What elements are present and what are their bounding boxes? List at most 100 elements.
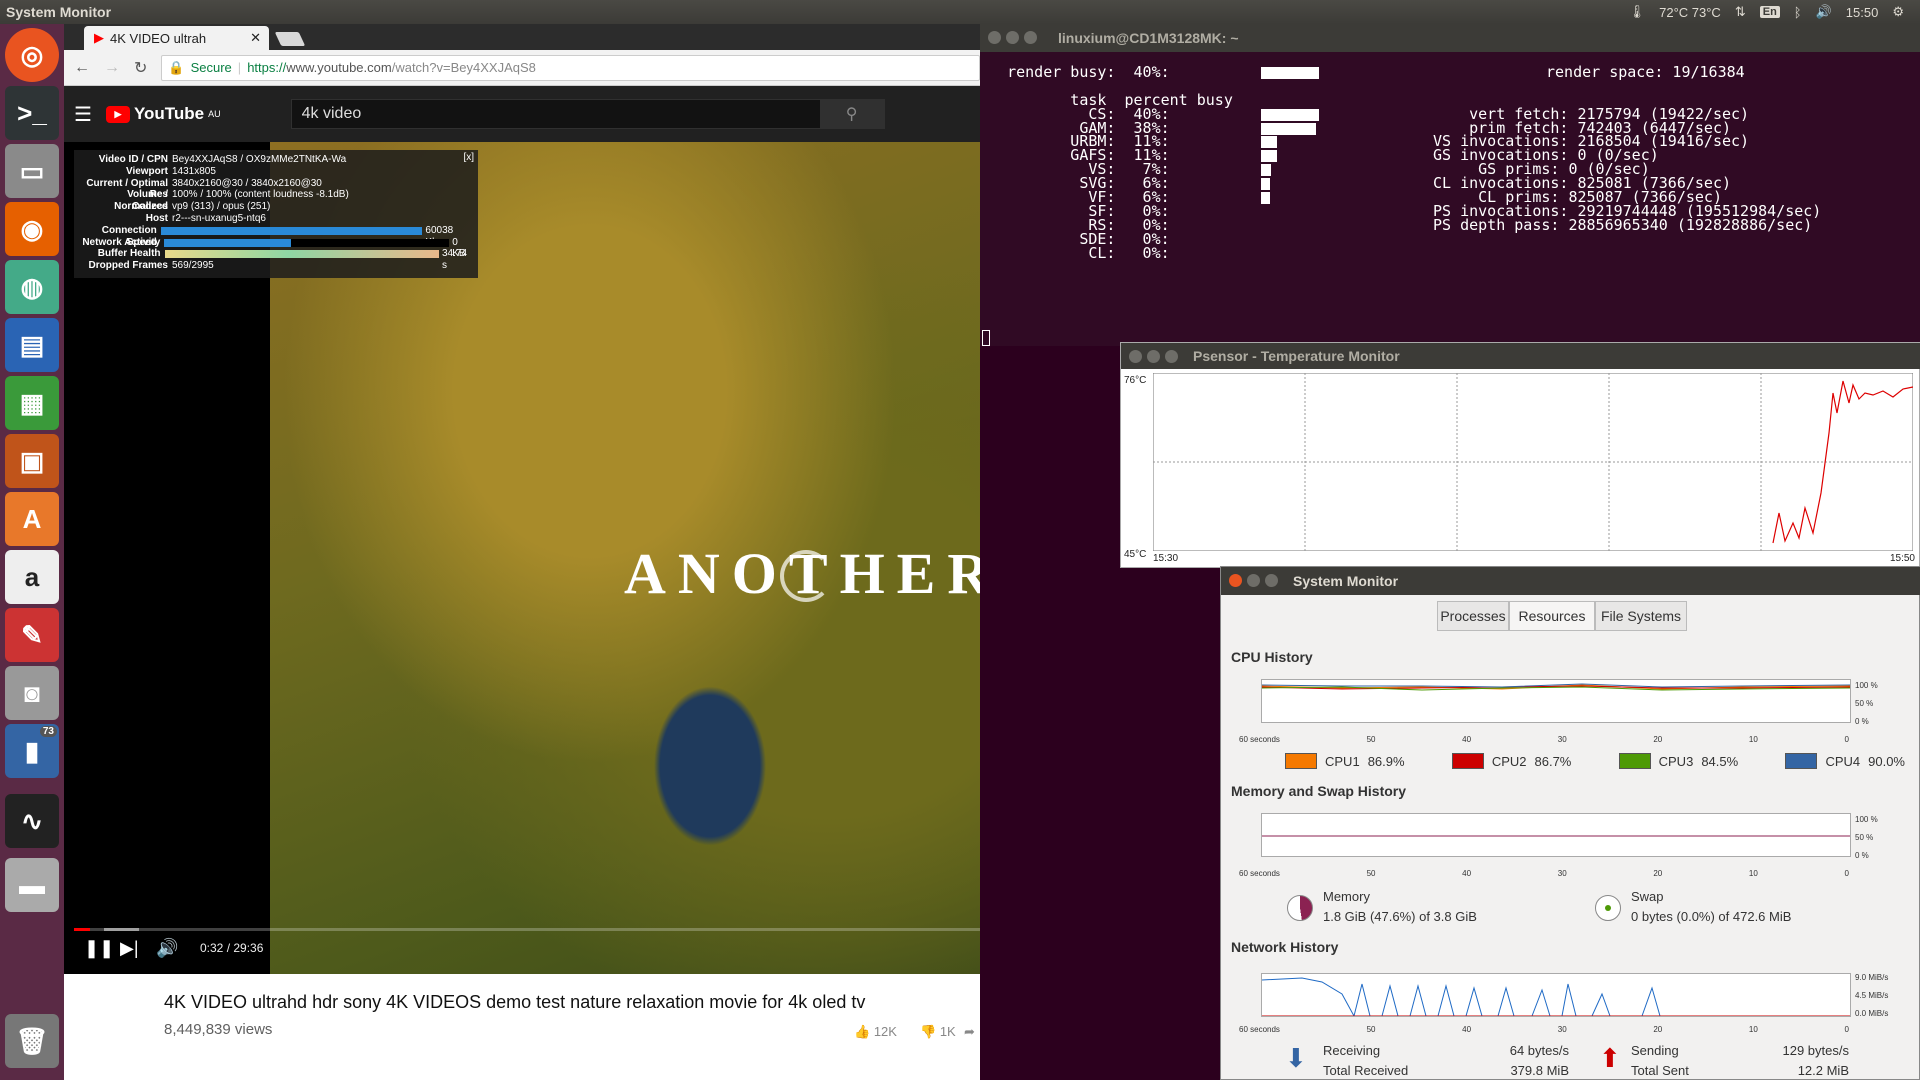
share-icon[interactable]: ➦ <box>964 1024 975 1040</box>
maximize-icon[interactable] <box>1165 350 1178 363</box>
thermometer-icon[interactable]: 🌡 <box>1629 4 1646 20</box>
software-center-icon[interactable]: A <box>5 492 59 546</box>
camera-icon[interactable]: ◙ <box>5 666 59 720</box>
busy-bar <box>1261 67 1319 79</box>
writer-icon[interactable]: ▤ <box>5 318 59 372</box>
color-swatch[interactable] <box>1785 753 1818 769</box>
new-tab-button[interactable] <box>274 32 306 46</box>
cpu-value: 86.7% <box>1534 753 1572 769</box>
forward-icon[interactable]: → <box>104 59 120 77</box>
next-icon[interactable]: ▶| <box>120 938 139 959</box>
impress-icon[interactable]: ▣ <box>5 434 59 488</box>
dash-icon[interactable]: ◎ <box>5 28 59 82</box>
youtube-search-box[interactable]: 4k video ⚲ <box>290 99 885 129</box>
gpu-busy-output: render busy: 40%: task percent busy CS: … <box>980 65 1319 262</box>
reload-icon[interactable]: ↻ <box>134 58 147 78</box>
video-player[interactable]: ANOTHER W [x] Video ID / CPNBey4XXJAqS8 … <box>64 142 980 974</box>
axis-tick: 0 % <box>1855 851 1869 860</box>
clock[interactable]: 15:50 <box>1846 5 1879 20</box>
stats-row: Dropped Frames 569/2995 <box>80 260 472 272</box>
gear-icon[interactable]: ⚙ <box>1892 4 1904 20</box>
dislike-count: 1K <box>939 1024 956 1039</box>
close-icon[interactable] <box>988 31 1001 44</box>
youtube-logo-text: YouTube <box>133 104 205 123</box>
axis-tick: 30 <box>1557 1025 1567 1034</box>
axis-tick: 0 <box>1844 869 1849 878</box>
swap-label: Swap <box>1631 889 1664 904</box>
settings-icon[interactable]: ✎ <box>5 608 59 662</box>
back-icon[interactable]: ← <box>74 59 90 77</box>
drive-icon[interactable]: ▬ <box>5 858 59 912</box>
network-history-heading: Network History <box>1231 939 1339 955</box>
bluetooth-icon[interactable]: ᛒ <box>1794 5 1802 20</box>
cpu-legend-item[interactable]: CPU3 84.5% <box>1618 753 1738 769</box>
firefox-icon[interactable]: ◉ <box>5 202 59 256</box>
system-monitor-icon[interactable]: ∿ <box>5 794 59 848</box>
stats-key: Buffer Health <box>97 248 161 260</box>
tab-file-systems[interactable]: File Systems <box>1595 601 1687 631</box>
volume-icon[interactable]: 🔊 <box>1816 4 1832 20</box>
system-monitor-titlebar: System Monitor <box>1221 567 1920 595</box>
close-tab-icon[interactable]: ✕ <box>250 30 261 46</box>
maximize-icon[interactable] <box>1265 574 1278 587</box>
minimize-icon[interactable] <box>1147 350 1160 363</box>
thumbs-down-icon: 👎 <box>920 1024 937 1039</box>
close-icon[interactable] <box>1129 350 1142 363</box>
hamburger-menu-icon[interactable]: ☰ <box>74 102 92 127</box>
lock-icon: 🔒 <box>168 59 185 75</box>
dislike-button[interactable]: 👎 1K <box>920 1024 956 1040</box>
cpu-legend-item[interactable]: CPU4 90.0% <box>1785 753 1905 769</box>
terminal-cursor <box>982 330 990 346</box>
keyboard-layout-indicator[interactable]: En <box>1759 6 1780 18</box>
terminal-window[interactable]: linuxium@CD1M3128MK: ~ render busy: 40%:… <box>980 24 1920 346</box>
progress-bar[interactable] <box>74 928 980 931</box>
progress-played <box>74 928 91 931</box>
chrome-icon[interactable]: ◍ <box>5 260 59 314</box>
stats-close-button[interactable]: [x] <box>463 152 474 163</box>
thumbs-up-icon: 👍 <box>854 1024 871 1039</box>
color-swatch[interactable] <box>1451 753 1484 769</box>
files-icon[interactable]: ▭ <box>5 144 59 198</box>
close-icon[interactable] <box>1229 574 1242 587</box>
stats-key: Video ID / CPN <box>98 154 168 165</box>
color-swatch[interactable] <box>1285 753 1317 769</box>
network-activity-bar <box>164 238 450 247</box>
busy-bar <box>1261 192 1270 205</box>
receiving-label: Receiving <box>1323 1043 1381 1058</box>
youtube-logo[interactable]: ▶ YouTube AU <box>105 104 221 124</box>
minimize-icon[interactable] <box>1006 31 1019 44</box>
volume-icon[interactable]: 🔊 <box>156 938 178 959</box>
terminal-icon[interactable]: >_ <box>5 86 59 140</box>
calc-icon[interactable]: ▦ <box>5 376 59 430</box>
youtube-search-input[interactable]: 4k video <box>292 105 820 123</box>
terminal-text: CL: 0%: <box>980 243 1170 262</box>
address-bar[interactable]: 🔒 Secure | https://www.youtube.com/watch… <box>161 54 980 81</box>
trash-icon[interactable]: 🗑 <box>5 1014 59 1068</box>
browser-tab[interactable]: ▶ 4K VIDEO ultrah ✕ <box>84 26 269 50</box>
network-updown-icon[interactable]: ⇅ <box>1735 4 1746 20</box>
cpu-legend-item[interactable]: CPU1 86.9% <box>1285 753 1405 769</box>
like-button[interactable]: 👍 12K <box>854 1024 897 1040</box>
psensor-ymin: 45°C <box>1124 549 1147 560</box>
cpu-legend-item[interactable]: CPU2 86.7% <box>1451 753 1572 769</box>
pause-icon[interactable]: ❚❚ <box>84 938 114 959</box>
amazon-icon[interactable]: a <box>5 550 59 604</box>
system-monitor-window[interactable]: System Monitor Processes Resources File … <box>1220 566 1920 1080</box>
search-icon[interactable]: ⚲ <box>819 100 884 128</box>
total-sent-label: Total Sent <box>1631 1063 1689 1078</box>
buffer-health-bar <box>164 250 439 259</box>
color-swatch[interactable] <box>1618 753 1651 769</box>
axis-tick: 10 <box>1748 735 1758 744</box>
temperature-readout[interactable]: 72°C 73°C <box>1659 5 1721 20</box>
temperature-graph <box>1153 373 1913 551</box>
psensor-icon[interactable]: ▮ 73 <box>5 724 59 778</box>
maximize-icon[interactable] <box>1024 31 1037 44</box>
tab-resources[interactable]: Resources <box>1509 601 1595 631</box>
psensor-window[interactable]: Psensor - Temperature Monitor 76°C 45°C … <box>1120 342 1920 568</box>
total-received-value: 379.8 MiB <box>1510 1063 1569 1078</box>
loading-spinner-icon <box>780 550 832 602</box>
stats-value: 0 KB <box>452 236 466 260</box>
tab-processes[interactable]: Processes <box>1437 601 1509 631</box>
stats-value: 1431x805 <box>172 165 216 177</box>
minimize-icon[interactable] <box>1247 574 1260 587</box>
